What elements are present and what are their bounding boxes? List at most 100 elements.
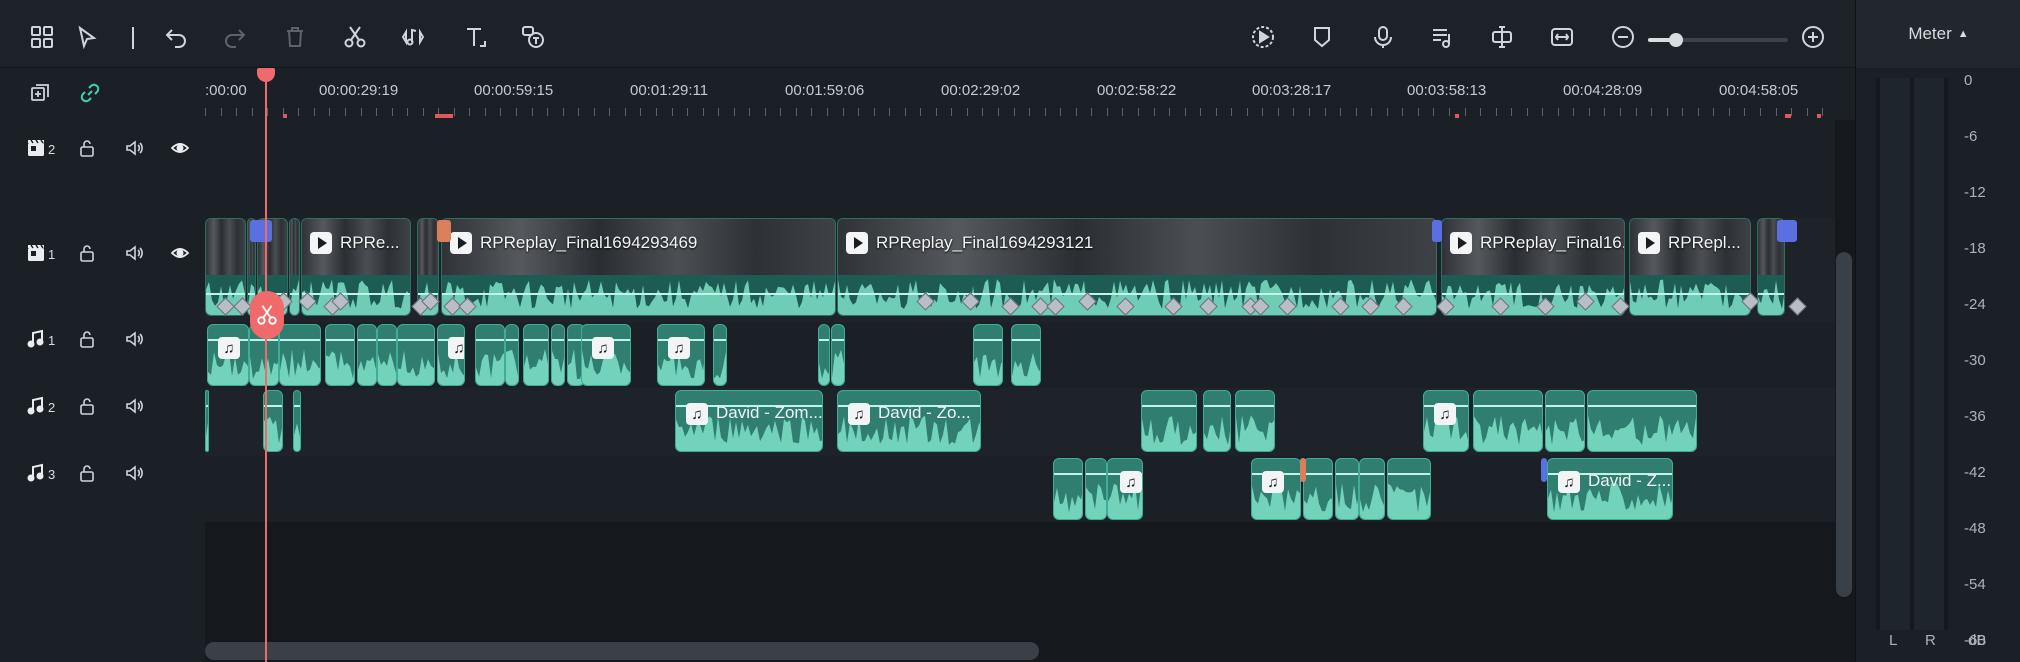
volume-line[interactable] xyxy=(1012,339,1040,341)
volume-icon[interactable] xyxy=(123,328,145,350)
speech-to-text-icon[interactable] xyxy=(518,22,548,52)
volume-line[interactable] xyxy=(302,293,410,295)
volume-line[interactable] xyxy=(1142,405,1196,407)
video-clip[interactable]: RPReplay_Final16... xyxy=(1441,218,1625,316)
vertical-scrollbar[interactable] xyxy=(1836,252,1852,597)
add-track-icon[interactable] xyxy=(29,82,51,104)
audio-clip[interactable] xyxy=(1545,390,1585,452)
delete-icon[interactable] xyxy=(280,22,310,52)
audio-clip[interactable] xyxy=(1303,458,1333,520)
split-icon[interactable] xyxy=(1487,22,1517,52)
clip-marker[interactable] xyxy=(1432,220,1442,242)
audio-clip[interactable]: ♫ David - Z... xyxy=(1547,458,1673,520)
volume-icon[interactable] xyxy=(123,242,145,264)
volume-line[interactable] xyxy=(1758,293,1784,295)
volume-line[interactable] xyxy=(280,339,320,341)
volume-line[interactable] xyxy=(398,339,434,341)
audio-clip[interactable] xyxy=(1387,458,1431,520)
clip-marker[interactable] xyxy=(1777,220,1797,242)
volume-line[interactable] xyxy=(248,293,255,295)
meter-header[interactable]: Meter ▲ xyxy=(1856,0,2020,68)
volume-line[interactable] xyxy=(206,405,208,407)
visibility-eye-icon[interactable] xyxy=(169,242,191,264)
zoom-slider[interactable] xyxy=(1648,33,1788,47)
audio-clip[interactable] xyxy=(357,324,377,386)
link-icon[interactable] xyxy=(79,82,101,104)
audio-clip[interactable] xyxy=(397,324,435,386)
audio-clip[interactable] xyxy=(1203,390,1231,452)
lock-icon[interactable] xyxy=(76,242,98,264)
volume-line[interactable] xyxy=(524,339,548,341)
audio-clip[interactable]: ♫ xyxy=(437,324,465,386)
audio-clip[interactable] xyxy=(713,324,727,386)
audio-clip[interactable] xyxy=(523,324,549,386)
audio-clip[interactable] xyxy=(293,390,301,452)
audio-clip[interactable]: ♫ xyxy=(581,324,631,386)
select-arrow-icon[interactable] xyxy=(73,22,103,52)
volume-line[interactable] xyxy=(326,339,354,341)
volume-line[interactable] xyxy=(506,339,518,341)
zoom-out-icon[interactable] xyxy=(1608,22,1638,52)
audio-clip[interactable] xyxy=(1473,390,1543,452)
visibility-eye-icon[interactable] xyxy=(169,137,191,159)
fit-timeline-icon[interactable] xyxy=(1547,22,1577,52)
audio-beat-icon[interactable] xyxy=(398,22,428,52)
volume-line[interactable] xyxy=(1388,473,1430,475)
volume-line[interactable] xyxy=(552,339,564,341)
zoom-in-icon[interactable] xyxy=(1798,22,1828,52)
lane-video-2[interactable] xyxy=(205,120,1835,218)
audio-clip[interactable] xyxy=(505,324,519,386)
scissors-icon[interactable] xyxy=(340,22,370,52)
microphone-icon[interactable] xyxy=(1368,22,1398,52)
volume-line[interactable] xyxy=(358,339,376,341)
audio-clip[interactable] xyxy=(1053,458,1083,520)
lane-audio-2[interactable]: ♫ David - Zom... ♫ David - Zo... ♫ xyxy=(205,388,1835,456)
volume-icon[interactable] xyxy=(123,462,145,484)
time-ruler[interactable]: :00:00 00:00:29:19 00:00:59:15 00:01:29:11 0… xyxy=(205,68,1855,120)
audio-clip[interactable] xyxy=(818,324,830,386)
video-clip[interactable]: RPRe... xyxy=(301,218,411,316)
redo-icon[interactable] xyxy=(220,22,250,52)
volume-line[interactable] xyxy=(1442,293,1624,295)
volume-line[interactable] xyxy=(206,293,245,295)
lock-icon[interactable] xyxy=(76,328,98,350)
volume-line[interactable] xyxy=(442,293,835,295)
lock-icon[interactable] xyxy=(76,395,98,417)
volume-line[interactable] xyxy=(974,339,1002,341)
lane-video-1[interactable]: RPRe... RPReplay_Final1694293469 RPReplay_… xyxy=(205,218,1835,322)
playhead-line[interactable] xyxy=(265,68,267,662)
audio-clip[interactable] xyxy=(377,324,397,386)
volume-line[interactable] xyxy=(1336,473,1358,475)
clip-marker[interactable] xyxy=(1300,458,1306,482)
marker-icon[interactable] xyxy=(1307,22,1337,52)
lane-audio-1[interactable]: ♫ ♫ ♫ ♫ xyxy=(205,322,1835,388)
audio-clip[interactable] xyxy=(1335,458,1359,520)
audio-clip[interactable] xyxy=(205,390,209,452)
volume-line[interactable] xyxy=(1086,473,1106,475)
text-icon[interactable] xyxy=(461,22,491,52)
volume-line[interactable] xyxy=(1474,405,1542,407)
render-preview-icon[interactable] xyxy=(1248,22,1278,52)
audio-clip[interactable] xyxy=(1085,458,1107,520)
split-at-playhead-button[interactable] xyxy=(250,291,284,339)
video-clip[interactable]: RPRepl... xyxy=(1629,218,1751,316)
volume-line[interactable] xyxy=(294,405,300,407)
volume-icon[interactable] xyxy=(123,137,145,159)
volume-line[interactable] xyxy=(1630,293,1750,295)
clip-marker[interactable] xyxy=(1541,458,1547,482)
undo-icon[interactable] xyxy=(161,22,191,52)
volume-line[interactable] xyxy=(819,339,829,341)
volume-line[interactable] xyxy=(1236,405,1274,407)
audio-clip[interactable] xyxy=(973,324,1003,386)
volume-icon[interactable] xyxy=(123,395,145,417)
clip-marker[interactable] xyxy=(437,220,451,242)
lane-audio-3[interactable]: ♫ ♫ ♫ David - Z... xyxy=(205,456,1835,522)
audio-clip[interactable]: ♫ David - Zo... xyxy=(837,390,981,452)
volume-line[interactable] xyxy=(378,339,396,341)
audio-clip[interactable]: ♫ xyxy=(1107,458,1143,520)
audio-clip[interactable] xyxy=(475,324,505,386)
audio-clip[interactable]: ♫ David - Zom... xyxy=(675,390,823,452)
volume-line[interactable] xyxy=(250,339,278,341)
lock-icon[interactable] xyxy=(76,137,98,159)
zoom-slider-knob[interactable] xyxy=(1669,33,1683,47)
